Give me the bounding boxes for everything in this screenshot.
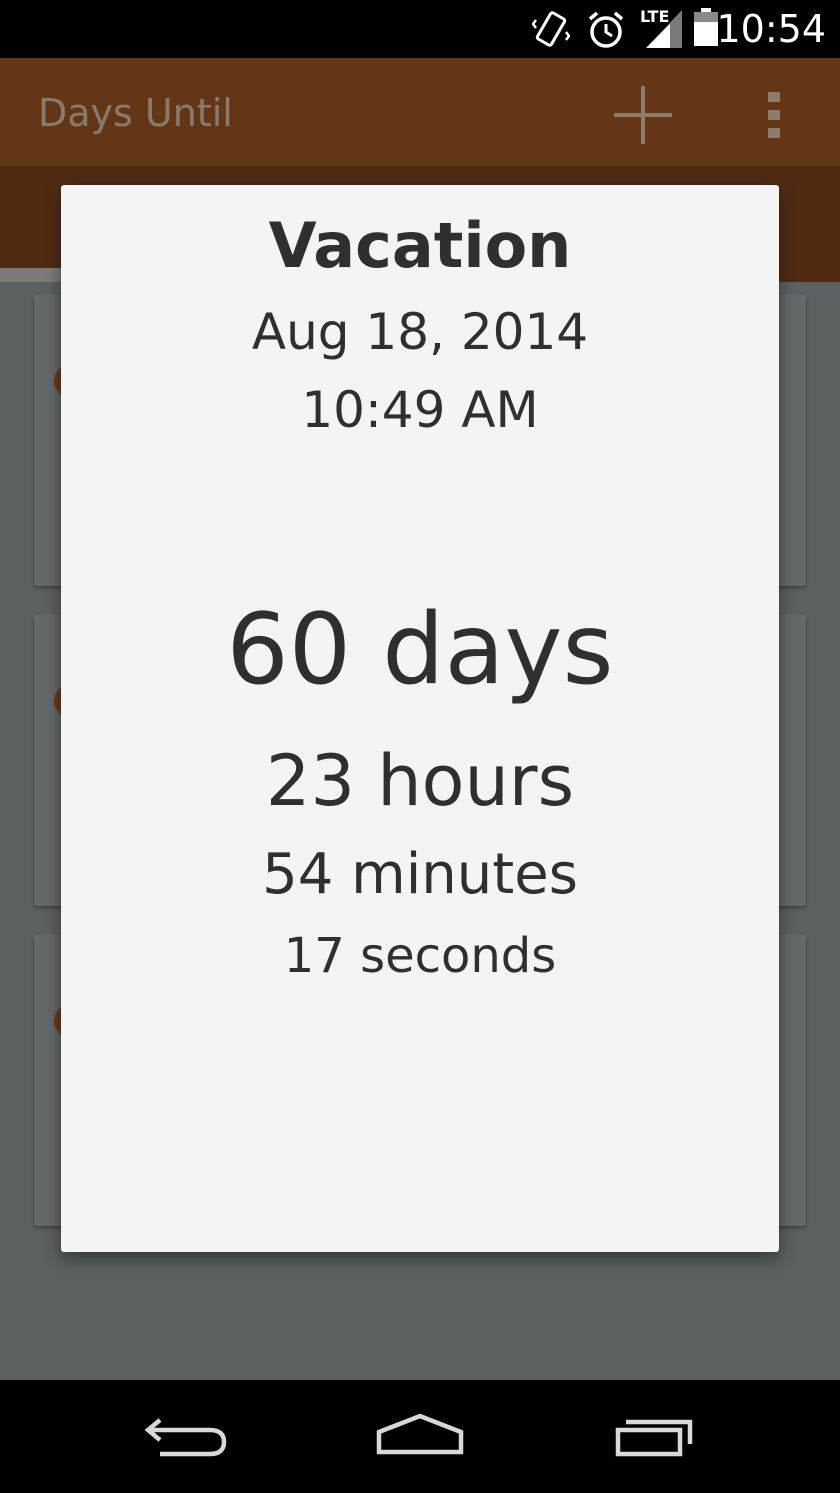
countdown-seconds: 17 seconds [283,928,557,984]
countdown-days: 60 days [226,593,614,707]
recents-button[interactable] [600,1406,710,1466]
home-icon [376,1413,464,1455]
countdown-dialog: Vacation Aug 18, 2014 10:49 AM 60 days 2… [61,185,779,1252]
add-icon [614,86,672,144]
overflow-menu-button[interactable] [752,80,796,150]
lte-signal-icon: LTE [640,6,686,54]
status-bar: LTE 10:54 [0,0,840,58]
app-bar: Days Until [0,58,840,166]
overflow-menu-icon [768,92,780,138]
vibrate-icon [531,10,571,54]
countdown-hours: 23 hours [265,740,575,822]
add-button[interactable] [608,80,678,150]
event-time: 10:49 AM [301,381,539,439]
recents-icon [615,1419,693,1457]
navigation-bar [0,1380,840,1493]
back-icon [144,1418,227,1457]
event-date: Aug 18, 2014 [251,303,589,361]
alarm-icon [586,10,626,54]
screen: LTE 10:54 Days Until Vacation Aug 18, 20… [0,0,840,1493]
app-title: Days Until [38,91,233,135]
tab-indicator [0,268,70,282]
status-time: 10:54 [716,7,826,51]
home-button[interactable] [365,1406,475,1466]
event-title: Vacation [268,209,572,282]
back-button[interactable] [132,1406,242,1466]
lte-label: LTE [640,7,669,26]
countdown-minutes: 54 minutes [262,842,578,907]
